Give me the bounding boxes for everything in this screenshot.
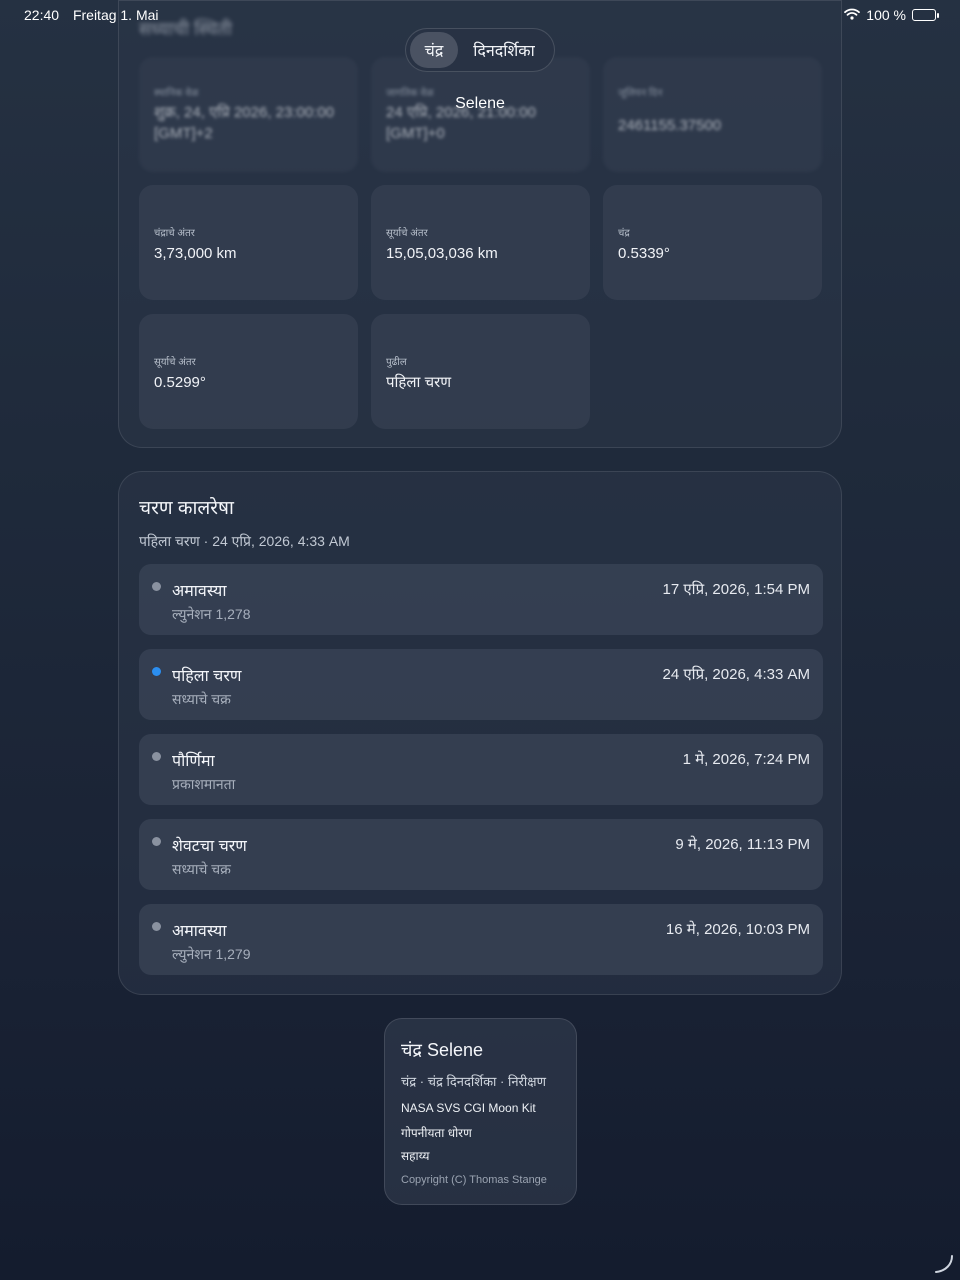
tile-moon-angle: चंद्र 0.5339° [603, 185, 822, 300]
phase-date: 1 मे, 2026, 7:24 PM [682, 751, 810, 768]
status-time: 22:40 [24, 7, 60, 23]
battery-icon [912, 9, 939, 21]
phase-detail: सध्याचे चक्र [172, 861, 231, 877]
timeline-title: चरण कालरेषा [139, 498, 234, 519]
help-link[interactable]: सहाय्य [401, 1147, 430, 1164]
phase-date: 16 मे, 2026, 10:03 PM [665, 921, 810, 938]
timeline-row[interactable]: अमावस्या ल्युनेशन 1,279 16 मे, 2026, 10:… [139, 904, 823, 975]
phase-detail: सध्याचे चक्र [172, 691, 231, 707]
phase-name: शेवटचा चरण [172, 838, 247, 855]
phase-timeline-card: चरण कालरेषा पहिला चरण · 24 एप्रि, 2026, … [118, 471, 842, 995]
phase-name: पौर्णिमा [172, 753, 215, 770]
nav-title: Selene [455, 95, 505, 112]
tile-moon-distance: चंद्राचे अंतर 3,73,000 km [139, 185, 358, 300]
tile-next-phase: पुढील पहिला चरण [371, 314, 590, 429]
copyright-text: Copyright (C) Thomas Stange [401, 1174, 547, 1186]
phase-dot-icon [152, 752, 161, 761]
privacy-policy-link[interactable]: गोपनीयता धोरण [401, 1124, 472, 1141]
battery-percent: 100 % [866, 7, 906, 23]
phase-name: पहिला चरण [172, 668, 242, 685]
nasa-credit-link[interactable]: NASA SVS CGI Moon Kit [401, 1101, 536, 1115]
tile-universal-time: जागतिक वेळ 24 एप्रि, 2026, 21:00:00 [GMT… [371, 57, 590, 172]
tile-sun-angle: सूर्याचे अंतर 0.5299° [139, 314, 358, 429]
phase-detail: ल्युनेशन 1,279 [172, 946, 251, 962]
phase-date: 17 एप्रि, 2026, 1:54 PM [662, 581, 810, 598]
tile-local-time: स्थानिक वेळ शुक्र, 24, एप्रि 2026, 23:00… [139, 57, 358, 172]
timeline-row[interactable]: पहिला चरण सध्याचे चक्र 24 एप्रि, 2026, 4… [139, 649, 823, 720]
tab-moon[interactable]: चंद्र [410, 32, 458, 68]
phase-name: अमावस्या [172, 583, 227, 600]
loading-spinner-icon [932, 1252, 954, 1274]
app-footer-card: चंद्र Selene चंद्र · चंद्र दिनदर्शिका · … [384, 1018, 577, 1205]
phase-date: 24 एप्रि, 2026, 4:33 AM [662, 666, 810, 683]
status-bar: 22:40 Freitag 1. Mai 100 % [0, 0, 960, 30]
tab-calendar[interactable]: दिनदर्शिका [458, 32, 550, 68]
phase-dot-icon [152, 922, 161, 931]
phase-name: अमावस्या [172, 923, 227, 940]
wifi-icon [844, 7, 861, 23]
footer-links[interactable]: चंद्र · चंद्र दिनदर्शिका · निरीक्षण [401, 1072, 546, 1090]
timeline-row[interactable]: शेवटचा चरण सध्याचे चक्र 9 मे, 2026, 11:1… [139, 819, 823, 890]
phase-dot-icon [152, 837, 161, 846]
tile-julian-day: जूलियन दिन 2461155.37500 [603, 57, 822, 172]
phase-detail: प्रकाशमानता [172, 776, 236, 792]
tile-sun-distance: सूर्याचे अंतर 15,05,03,036 km [371, 185, 590, 300]
footer-title: चंद्र Selene [401, 1040, 484, 1060]
current-phase-dot-icon [152, 667, 161, 676]
view-switcher: चंद्र दिनदर्शिका [405, 28, 555, 72]
status-date: Freitag 1. Mai [72, 7, 159, 23]
timeline-subtitle: पहिला चरण · 24 एप्रि, 2026, 4:33 AM [139, 533, 350, 549]
phase-detail: ल्युनेशन 1,278 [172, 606, 251, 622]
phase-date: 9 मे, 2026, 11:13 PM [675, 836, 810, 853]
timeline-row[interactable]: अमावस्या ल्युनेशन 1,278 17 एप्रि, 2026, … [139, 564, 823, 635]
phase-dot-icon [152, 582, 161, 591]
timeline-row[interactable]: पौर्णिमा प्रकाशमानता 1 मे, 2026, 7:24 PM [139, 734, 823, 805]
